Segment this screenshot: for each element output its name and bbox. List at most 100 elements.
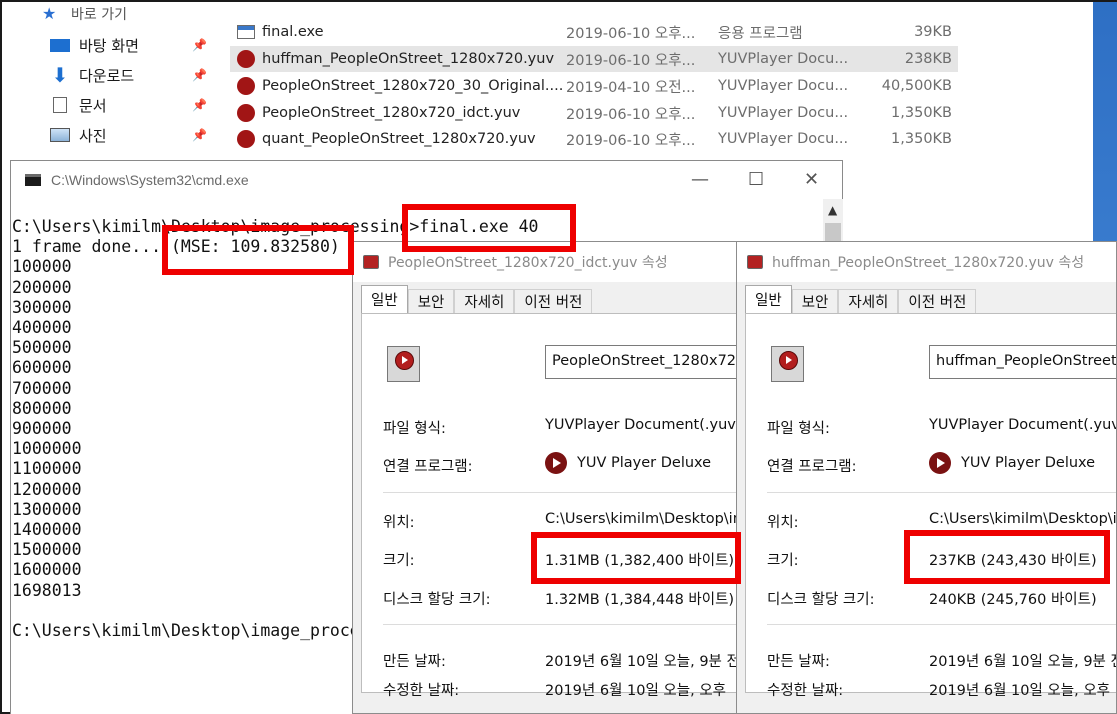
download-arrow-icon: ⬇ (51, 63, 69, 87)
location-value[interactable]: C:\Users\kimilm\Desktop\image_processing (545, 511, 739, 527)
file-row[interactable]: final.exe 2019-06-10 오후... 응용 프로그램 39KB (230, 19, 958, 45)
maximize-button[interactable]: ☐ (748, 169, 764, 190)
general-tab-panel: PeopleOnStreet_1280x720_idct.yuv 파일 형식: … (361, 313, 740, 699)
file-type: YUVPlayer Docu... (718, 78, 849, 94)
star-icon: ★ (42, 4, 57, 23)
quick-access-label: 바로 가기 (71, 7, 127, 23)
minimize-button[interactable]: — (691, 169, 709, 190)
scroll-up-arrow-icon[interactable]: ▲ (828, 203, 837, 217)
general-tab-panel: huffman_PeopleOnStreet_1280x720.yuv 파일 형… (745, 313, 1117, 699)
yuv-player-document-icon (387, 346, 420, 382)
file-type: YUVPlayer Docu... (718, 51, 849, 67)
file-type-value: YUVPlayer Document(.yuv) (929, 417, 1117, 433)
highlight-mse-box (162, 225, 354, 275)
highlight-command-box (402, 204, 576, 252)
nav-item-documents[interactable]: 문서 (50, 93, 107, 117)
created-value: 2019년 6월 10일 오늘, 9분 전 (545, 654, 740, 670)
location-label: 위치: (383, 515, 415, 531)
open-with-app-name: YUV Player Deluxe (577, 455, 712, 471)
console-title: C:\Windows\System32\cmd.exe (51, 172, 249, 188)
file-size: 40,500KB (881, 78, 952, 94)
file-name: quant_PeopleOnStreet_1280x720.yuv (262, 131, 536, 147)
tab-general[interactable]: 일반 (361, 285, 408, 313)
file-date: 2019-06-10 오후... (566, 25, 696, 42)
tab-general[interactable]: 일반 (745, 285, 792, 313)
file-date: 2019-06-10 오후... (566, 132, 696, 149)
size-on-disk-value: 240KB (245,760 바이트) (929, 592, 1097, 608)
yuv-player-document-icon (771, 346, 804, 382)
file-row[interactable]: PeopleOnStreet_1280x720_idct.yuv 2019-06… (230, 100, 958, 126)
tab-security[interactable]: 보안 (407, 289, 455, 313)
file-name-field[interactable]: huffman_PeopleOnStreet_1280x720.yuv (929, 345, 1116, 379)
divider (767, 624, 1116, 625)
file-row-selected[interactable]: huffman_PeopleOnStreet_1280x720.yuv 2019… (230, 46, 958, 72)
modified-value: 2019년 6월 10일 오늘, 오후 (929, 683, 1111, 699)
location-value[interactable]: C:\Users\kimilm\Desktop\image_processing (929, 511, 1116, 527)
nav-item-pictures[interactable]: 사진 (50, 123, 107, 147)
yuv-player-icon (237, 130, 255, 148)
tab-details[interactable]: 자세히 (838, 289, 899, 313)
file-name: PeopleOnStreet_1280x720_30_Original.... (262, 78, 562, 94)
file-date: 2019-04-10 오전... (566, 79, 696, 96)
divider (383, 624, 739, 625)
nav-item-label: 문서 (79, 96, 107, 115)
yuv-file-icon (747, 255, 763, 269)
file-type-label: 파일 형식: (767, 421, 830, 437)
open-with-app-name: YUV Player Deluxe (961, 455, 1096, 471)
tab-previous-versions[interactable]: 이전 버전 (898, 289, 977, 313)
desktop-icon (50, 38, 70, 52)
file-row[interactable]: PeopleOnStreet_1280x720_30_Original.... … (230, 73, 958, 99)
open-with-label: 연결 프로그램: (383, 459, 473, 475)
dialog-tabs: 일반 보안 자세히 이전 버전 (361, 285, 593, 313)
file-row[interactable]: quant_PeopleOnStreet_1280x720.yuv 2019-0… (230, 126, 958, 152)
nav-item-desktop[interactable]: 바탕 화면 (50, 33, 139, 57)
file-size: 1,350KB (891, 105, 952, 121)
modified-value: 2019년 6월 10일 오늘, 오후 (545, 683, 727, 699)
file-type: YUVPlayer Docu... (718, 105, 849, 121)
size-on-disk-value: 1.32MB (1,384,448 바이트) (545, 592, 735, 608)
file-name: final.exe (262, 24, 324, 40)
file-date: 2019-06-10 오후... (566, 106, 696, 123)
file-size: 1,350KB (891, 131, 952, 147)
size-label: 크기: (767, 553, 799, 569)
location-label: 위치: (767, 515, 799, 531)
properties-dialog-idct[interactable]: PeopleOnStreet_1280x720_idct.yuv 속성 일반 보… (352, 241, 740, 714)
nav-item-label: 다운로드 (79, 66, 135, 85)
dialog-tabs: 일반 보안 자세히 이전 버전 (745, 285, 977, 313)
file-type-label: 파일 형식: (383, 421, 446, 437)
file-name-field[interactable]: PeopleOnStreet_1280x720_idct.yuv (545, 345, 739, 379)
exe-icon (237, 25, 255, 39)
tab-details[interactable]: 자세히 (454, 289, 515, 313)
console-title-bar[interactable]: C:\Windows\System32\cmd.exe (11, 161, 842, 199)
open-with-value: YUV Player Deluxe (929, 452, 1095, 474)
modified-label: 수정한 날짜: (767, 683, 844, 699)
yuv-player-icon (237, 77, 255, 95)
close-button[interactable]: ✕ (804, 169, 819, 190)
navigation-pane: ★ 바로 가기 바탕 화면 📌 ⬇ 다운로드 📌 문서 📌 사진 📌 (2, 2, 214, 162)
dialog-title: PeopleOnStreet_1280x720_idct.yuv 속성 (388, 255, 668, 271)
file-size: 238KB (904, 51, 952, 67)
nav-item-downloads[interactable]: ⬇ 다운로드 (50, 63, 135, 87)
divider (767, 492, 1116, 493)
size-on-disk-label: 디스크 할당 크기: (767, 592, 875, 608)
dialog-title-bar[interactable]: huffman_PeopleOnStreet_1280x720.yuv 속성 (737, 242, 1116, 282)
file-type-value: YUVPlayer Document(.yuv) (545, 417, 740, 433)
pin-icon[interactable]: 📌 (192, 68, 207, 82)
pin-icon[interactable]: 📌 (192, 98, 207, 112)
dialog-title: huffman_PeopleOnStreet_1280x720.yuv 속성 (772, 255, 1085, 271)
properties-dialog-huffman[interactable]: huffman_PeopleOnStreet_1280x720.yuv 속성 일… (736, 241, 1117, 714)
yuv-player-icon (237, 104, 255, 122)
tab-previous-versions[interactable]: 이전 버전 (514, 289, 593, 313)
pin-icon[interactable]: 📌 (192, 128, 207, 142)
file-name: PeopleOnStreet_1280x720_idct.yuv (262, 105, 521, 121)
yuv-file-icon (363, 255, 379, 269)
file-date: 2019-06-10 오후... (566, 52, 696, 69)
open-with-value: YUV Player Deluxe (545, 452, 711, 474)
quick-access-header[interactable]: ★ 바로 가기 (42, 2, 127, 26)
highlight-huffman-size-box (904, 530, 1110, 584)
pin-icon[interactable]: 📌 (192, 38, 207, 52)
yuv-player-icon (237, 50, 255, 68)
open-with-label: 연결 프로그램: (767, 459, 857, 475)
created-value: 2019년 6월 10일 오늘, 9분 전 (929, 654, 1117, 670)
tab-security[interactable]: 보안 (791, 289, 839, 313)
